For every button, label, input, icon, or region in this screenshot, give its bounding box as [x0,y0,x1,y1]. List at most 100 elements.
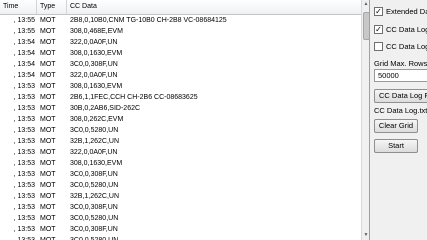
cell-cc-data: 322,0,0A0F,UN [70,72,118,79]
cell-type: MOT [40,127,56,134]
table-row[interactable]: , 13:53 MOT 3C0,0,308F,UN [0,169,361,180]
table-row[interactable]: , 13:53 MOT 308,0,1630,EVM [0,158,361,169]
scroll-up-icon[interactable]: ▲ [362,0,369,9]
cell-time: , 13:53 [13,105,35,112]
cell-type: MOT [40,226,56,233]
cc-data-grid[interactable]: Time Type CC Data , 13:55 MOT 2B8,0,10B0,C… [0,0,370,240]
table-row[interactable]: , 13:54 MOT 3C0,0,308F,UN [0,59,361,70]
cell-cc-data: 322,0,0A0F,UN [70,39,118,46]
table-row[interactable]: , 13:54 MOT 322,0,0A0F,UN [0,37,361,48]
control-panel: ✓ Extended Data ✓ CC Data Log T CC Data … [372,0,427,240]
table-row[interactable]: , 13:55 MOT 308,0,468E,EVM [0,26,361,37]
cell-cc-data: 308,0,1630,EVM [70,83,123,90]
cell-cc-data: 3C0,0,5280,UN [70,235,118,240]
cell-time: , 13:53 [13,138,35,145]
vertical-scrollbar[interactable]: ▲ ▼ [361,0,369,240]
cell-cc-data: 30B,0,2AB6,SID-262C [70,105,141,112]
table-row[interactable]: , 13:53MOT3C0,0,5280,UN [0,235,361,240]
cell-time: , 13:55 [13,28,35,35]
column-header-type[interactable]: Type [37,0,67,14]
cell-cc-data: 2B8,0,10B0,CNM TG-10B0 CH-2B8 VC-0868412… [70,17,227,24]
cell-cc-data: 32B,1,262C,UN [70,193,120,200]
cell-type: MOT [40,193,56,200]
cell-cc-data: 3C0,0,308F,UN [70,204,118,211]
cell-time: , 13:54 [13,61,35,68]
cell-cc-data: 322,0,0A0F,UN [70,149,118,156]
extended-data-checkbox[interactable]: ✓ [374,7,383,16]
table-row[interactable]: , 13:53 MOT 2B6,1,1FEC,CCH CH-2B6 CC-08683… [0,92,361,103]
cell-type: MOT [40,204,56,211]
grid-max-rows-select[interactable]: 50000 [374,69,427,82]
grid-rows: , 13:55 MOT 2B8,0,10B0,CNM TG-10B0 CH-2B8 … [0,15,361,240]
cell-type: MOT [40,61,56,68]
cell-cc-data: 308,0,468E,EVM [70,28,123,35]
table-row[interactable]: , 13:54 MOT 322,0,0A0F,UN [0,70,361,81]
table-row[interactable]: , 13:53 MOT 32B,1,262C,UN [0,136,361,147]
cell-cc-data: 3C0,0,308F,UN [70,171,118,178]
cc-data-log-2-checkbox[interactable] [374,42,383,51]
scroll-thumb[interactable] [363,12,369,40]
cell-type: MOT [40,39,56,46]
cell-type: MOT [40,171,56,178]
cell-type: MOT [40,160,56,167]
cell-cc-data: 308,0,1630,EVM [70,50,123,57]
clear-grid-button[interactable]: Clear Grid [374,119,418,133]
cell-cc-data: 3C0,0,308F,UN [70,61,118,68]
table-row[interactable]: , 13:53 MOT 32B,1,262C,UN [0,191,361,202]
cell-cc-data: 3C0,0,308F,UN [70,226,118,233]
grid-header: Time Type CC Data [0,0,361,15]
cell-time: , 13:53 [13,127,35,134]
cell-type: MOT [40,17,56,24]
cell-type: MOT [40,83,56,90]
cell-time: , 13:53 [13,116,35,123]
extended-data-label: Extended Data [386,7,427,16]
column-header-time[interactable]: Time [0,0,37,14]
start-button[interactable]: Start [374,139,418,153]
scroll-down-icon[interactable]: ▼ [362,231,369,240]
table-row[interactable]: , 13:53 MOT 3C0,0,308F,UN [0,202,361,213]
cell-type: MOT [40,28,56,35]
cell-cc-data: 308,0,1630,EVM [70,160,123,167]
table-row[interactable]: , 13:53 MOT 322,0,0A0F,UN [0,147,361,158]
cell-type: MOT [40,50,56,57]
table-row[interactable]: , 13:53 MOT 30B,0,2AB6,SID-262C [0,103,361,114]
cell-time: , 13:53 [13,226,35,233]
cell-type: MOT [40,72,56,79]
table-row[interactable]: , 13:53 MOT 308,0,262C,EVM [0,114,361,125]
cell-cc-data: 32B,1,262C,UN [70,138,120,145]
cell-cc-data: 2B6,1,1FEC,CCH CH-2B6 CC-08683625 [70,94,198,101]
table-row[interactable]: , 13:54 MOT 308,0,1630,EVM [0,48,361,59]
cell-time: , 13:53 [13,160,35,167]
log-file-name: CC Data Log.txt [374,106,427,115]
cell-time: , 13:53 [13,171,35,178]
table-row[interactable]: , 13:53 MOT 308,0,1630,EVM [0,81,361,92]
cell-time: , 13:54 [13,39,35,46]
cell-time: , 13:53 [13,83,35,90]
cc-data-log-1-label: CC Data Log T [386,25,427,34]
cell-time: , 13:53 [13,182,35,189]
cell-type: MOT [40,105,56,112]
cell-time: , 13:53 [13,149,35,156]
cell-time: , 13:53 [13,193,35,200]
cell-time: , 13:53 [0,235,37,240]
cell-type: MOT [40,138,56,145]
cell-time: , 13:54 [13,72,35,79]
cc-data-log-file-button[interactable]: CC Data Log File [374,89,427,103]
cell-type: MOT [40,116,56,123]
table-row[interactable]: , 13:53MOT3C0,0,5280,UN [0,180,361,191]
cc-data-log-1-checkbox[interactable]: ✓ [374,25,383,34]
cell-time: , 13:53 [13,215,35,222]
table-row[interactable]: , 13:53 MOT 3C0,0,5280,UN [0,125,361,136]
cell-time: , 13:54 [13,50,35,57]
cell-cc-data: 3C0,0,5280,UN [70,182,119,189]
cc-data-log-2-label: CC Data Log T [386,42,427,51]
column-header-cc-data[interactable]: CC Data [67,0,361,14]
table-row[interactable]: , 13:53 MOT 3C0,0,308F,UN [0,224,361,235]
table-row[interactable]: , 13:55 MOT 2B8,0,10B0,CNM TG-10B0 CH-2B8 … [0,15,361,26]
cell-type: MOT [40,149,56,156]
cell-cc-data: 308,0,262C,EVM [70,116,124,123]
cell-time: , 13:55 [13,17,35,24]
cell-cc-data: 3C0,0,5280,UN [70,127,119,134]
table-row[interactable]: , 13:53MOT3C0,0,5280,UN [0,213,361,224]
cell-time: , 13:53 [13,94,35,101]
